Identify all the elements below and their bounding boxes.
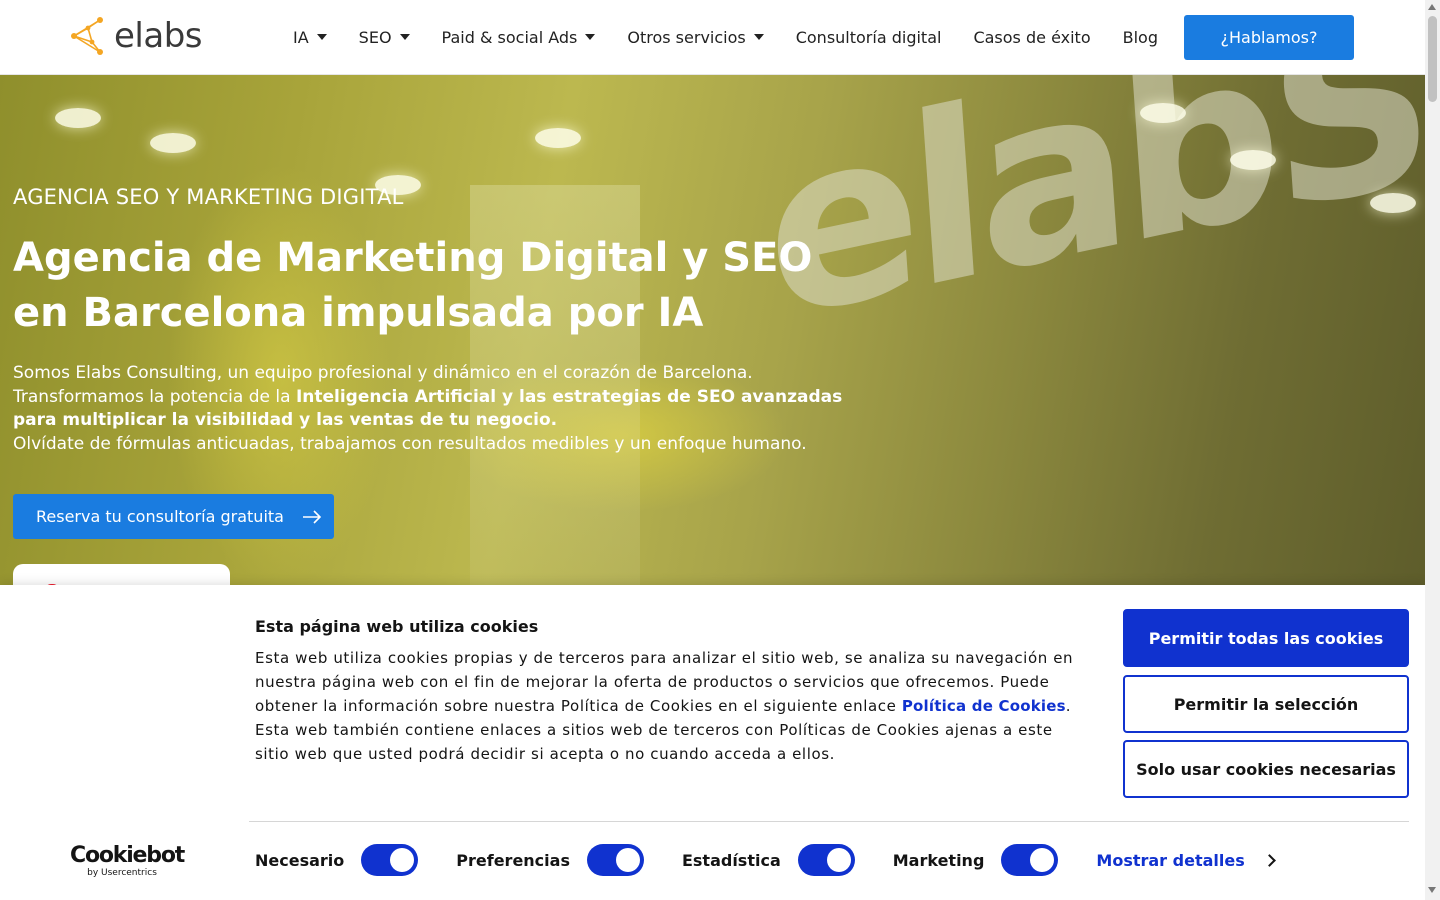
nav-item-ia[interactable]: IA [293, 28, 327, 47]
reserva-consultoria-button[interactable]: Reserva tu consultoría gratuita [13, 494, 334, 539]
nav-item-label: SEO [358, 27, 392, 47]
hero-section: elabS AGENCIA SEO Y MARKETING DIGITAL Ag… [0, 75, 1425, 585]
toggle-preferencias[interactable] [586, 844, 644, 876]
cookiebot-wordmark: Cookiebot [70, 843, 185, 868]
toggle-estadistica[interactable] [797, 844, 855, 876]
caret-down-icon [399, 34, 410, 40]
nav-item-blog[interactable]: Blog [1123, 28, 1158, 47]
nav-item-label: Paid & social Ads [441, 27, 578, 47]
toggle-marketing[interactable] [1001, 844, 1059, 876]
caret-down-icon [316, 34, 327, 40]
hero-kicker: AGENCIA SEO Y MARKETING DIGITAL [13, 185, 404, 209]
nav-item-consultoria-digital[interactable]: Consultoría digital [796, 28, 942, 47]
nav-item-paid-social-ads[interactable]: Paid & social Ads [442, 28, 596, 47]
ceiling-light [1370, 193, 1416, 213]
cookiebot-sub: by Usercentrics [87, 868, 157, 878]
chevron-right-icon [1262, 853, 1276, 867]
hablamos-button[interactable]: ¿Hablamos? [1184, 15, 1354, 60]
hero-body-line: Somos Elabs Consulting, un equipo profes… [13, 363, 753, 383]
nav-item-seo[interactable]: SEO [359, 28, 410, 47]
hero-body-line: Transformamos la potencia de la Intelige… [13, 386, 853, 433]
nav-item-label: IA [293, 27, 309, 47]
hero-body-line: Olvídate de fórmulas anticuadas, trabaja… [13, 433, 807, 454]
allow-all-cookies-button[interactable]: Permitir todas las cookies [1123, 609, 1409, 667]
toggle-label-estadistica: Estadística [681, 850, 781, 870]
toggle-label-necesario: Necesario [255, 850, 345, 870]
nav-item-label: Blog [1122, 27, 1158, 47]
cookie-divider [249, 821, 1409, 822]
ceiling-light [150, 133, 196, 153]
hero-body-plain: Transformamos la potencia de la [13, 386, 296, 407]
show-details-link[interactable]: Mostrar detalles [1096, 850, 1276, 870]
scroll-up-arrow-icon[interactable] [1428, 4, 1436, 10]
ceiling-light [1230, 150, 1276, 170]
scroll-down-arrow-icon[interactable] [1428, 887, 1436, 893]
cookie-banner: Esta página web utiliza cookies Esta web… [0, 585, 1425, 900]
caret-down-icon [753, 34, 764, 40]
elabs-network-logo-icon [71, 17, 103, 55]
toggle-necesario[interactable] [361, 844, 419, 876]
cookie-policy-link[interactable]: Política de Cookies [902, 697, 1066, 715]
nav-item-label: Casos de éxito [973, 27, 1091, 47]
nav-item-otros-servicios[interactable]: Otros servicios [627, 27, 764, 47]
cookie-banner-text: Esta web utiliza cookies propias y de te… [255, 646, 1075, 766]
hero-description: Somos Elabs Consulting, un equipo profes… [13, 362, 853, 456]
hero-title: Agencia de Marketing Digital y SEO en Ba… [13, 235, 813, 336]
review-badge-card[interactable] [13, 564, 230, 585]
necessary-only-button[interactable]: Solo usar cookies necesarias [1123, 740, 1409, 798]
toggle-label-preferencias: Preferencias [456, 850, 570, 870]
toggle-label-marketing: Marketing [892, 850, 985, 870]
caret-down-icon [585, 34, 596, 40]
hero-cta-label: Reserva tu consultoría gratuita [36, 507, 284, 526]
show-details-label: Mostrar detalles [1096, 850, 1245, 870]
cookiebot-logo: Cookiebot by Usercentrics [70, 843, 185, 879]
nav-item-casos-de-exito[interactable]: Casos de éxito [973, 28, 1090, 47]
logo-wordmark: elabs [114, 16, 203, 56]
scrollbar-thumb[interactable] [1428, 16, 1437, 102]
site-header: elabs IA SEO Paid & social Ads Otros ser… [0, 0, 1425, 75]
page-scrollbar[interactable] [1425, 0, 1440, 900]
ceiling-light [55, 108, 101, 128]
nav-item-label: Otros servicios [627, 27, 746, 47]
ceiling-light [535, 128, 581, 148]
site-logo[interactable]: elabs [70, 16, 203, 56]
nav-item-label: Consultoría digital [795, 27, 942, 47]
arrow-right-icon [302, 509, 322, 524]
main-nav: IA SEO Paid & social Ads Otros servicios… [293, 0, 1190, 74]
cookie-banner-title: Esta página web utiliza cookies [255, 617, 539, 636]
cookie-toggles: Necesario Preferencias Estadística Marke… [255, 844, 1276, 876]
allow-selection-button[interactable]: Permitir la selección [1123, 675, 1409, 733]
hero-background-sign: elabS [757, 75, 1425, 373]
ceiling-light [1140, 103, 1186, 123]
